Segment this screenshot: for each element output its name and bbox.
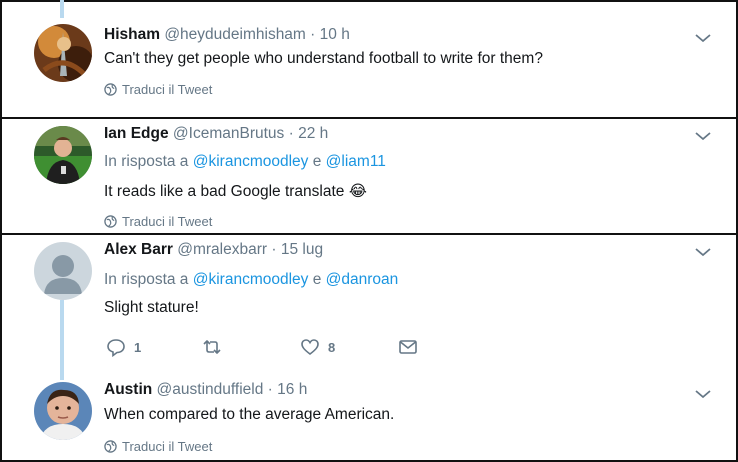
globe-icon <box>104 215 117 228</box>
globe-icon <box>104 440 117 453</box>
display-name[interactable]: Ian Edge <box>104 125 169 142</box>
translate-label: Traduci il Tweet <box>122 214 213 229</box>
like-button[interactable]: 8 <box>300 337 335 357</box>
username[interactable]: @austinduffield <box>157 381 264 398</box>
translate-label: Traduci il Tweet <box>122 82 213 97</box>
chevron-down-icon[interactable] <box>694 388 712 400</box>
translate-label: Traduci il Tweet <box>122 439 213 454</box>
reply-context: In risposta a @kirancmoodley e @liam11 <box>104 153 386 171</box>
separator-dot: · <box>267 381 273 398</box>
reply-count: 1 <box>134 339 142 355</box>
timestamp[interactable]: 10 h <box>320 26 350 43</box>
avatar[interactable] <box>34 242 92 300</box>
separator-dot: · <box>310 26 316 43</box>
tweet-text: Slight stature! <box>104 299 199 316</box>
retweet-button[interactable] <box>202 337 230 357</box>
chevron-down-icon[interactable] <box>694 32 712 44</box>
username[interactable]: @heydudeimhisham <box>164 26 306 43</box>
globe-icon <box>104 83 117 96</box>
separator-dot: · <box>288 125 294 142</box>
reply-and: e <box>312 271 322 288</box>
tweet-header: Hisham @heydudeimhisham · 10 h <box>104 26 350 44</box>
tweet-ian-edge[interactable]: Ian Edge @IcemanBrutus · 22 h In rispost… <box>0 119 738 234</box>
separator-dot: · <box>271 241 277 258</box>
retweet-icon <box>203 340 221 354</box>
avatar[interactable] <box>34 24 92 82</box>
reply-prefix: In risposta a <box>104 271 189 288</box>
tweet-header: Alex Barr @mralexbarr · 15 lug <box>104 241 323 259</box>
tweet-text: When compared to the average American. <box>104 406 395 423</box>
mention-link[interactable]: @danroan <box>326 271 399 288</box>
reply-and: e <box>312 153 322 170</box>
tweet-alex-barr[interactable]: Alex Barr @mralexbarr · 15 lug In rispos… <box>0 235 738 370</box>
reply-context: In risposta a @kirancmoodley e @danroan <box>104 271 398 289</box>
tweet-header: Austin @austinduffield · 16 h <box>104 381 307 399</box>
mention-link[interactable]: @kirancmoodley <box>193 271 309 288</box>
chevron-down-icon[interactable] <box>694 246 712 258</box>
chevron-down-icon[interactable] <box>694 130 712 142</box>
tweet-text: It reads like a bad Google translate 😂 <box>104 183 367 200</box>
tweet-actions: 1 8 <box>104 337 434 359</box>
timestamp[interactable]: 22 h <box>298 125 328 142</box>
reply-icon <box>107 339 125 357</box>
reply-prefix: In risposta a <box>104 153 189 170</box>
tweet-austin[interactable]: Austin @austinduffield · 16 h When compa… <box>0 372 738 462</box>
display-name[interactable]: Austin <box>104 381 152 398</box>
direct-message-button[interactable] <box>398 337 418 357</box>
reply-button[interactable]: 1 <box>106 337 141 357</box>
timestamp[interactable]: 15 lug <box>281 241 323 258</box>
direct-message-icon <box>399 340 417 354</box>
avatar[interactable] <box>34 126 92 184</box>
mention-link[interactable]: @kirancmoodley <box>193 153 309 170</box>
translate-tweet-link[interactable]: Traduci il Tweet <box>104 214 212 229</box>
tweet-hisham[interactable]: Hisham @heydudeimhisham · 10 h Can't the… <box>0 0 738 118</box>
username[interactable]: @mralexbarr <box>177 241 267 258</box>
like-icon <box>301 339 319 356</box>
mention-link[interactable]: @liam11 <box>326 153 386 170</box>
avatar[interactable] <box>34 382 92 440</box>
display-name[interactable]: Alex Barr <box>104 241 173 258</box>
username[interactable]: @IcemanBrutus <box>173 125 284 142</box>
translate-tweet-link[interactable]: Traduci il Tweet <box>104 439 212 454</box>
tweet-header: Ian Edge @IcemanBrutus · 22 h <box>104 125 328 143</box>
translate-tweet-link[interactable]: Traduci il Tweet <box>104 82 212 97</box>
tweet-text: Can't they get people who understand foo… <box>104 50 543 67</box>
display-name[interactable]: Hisham <box>104 26 160 43</box>
timestamp[interactable]: 16 h <box>277 381 307 398</box>
like-count: 8 <box>328 339 336 355</box>
